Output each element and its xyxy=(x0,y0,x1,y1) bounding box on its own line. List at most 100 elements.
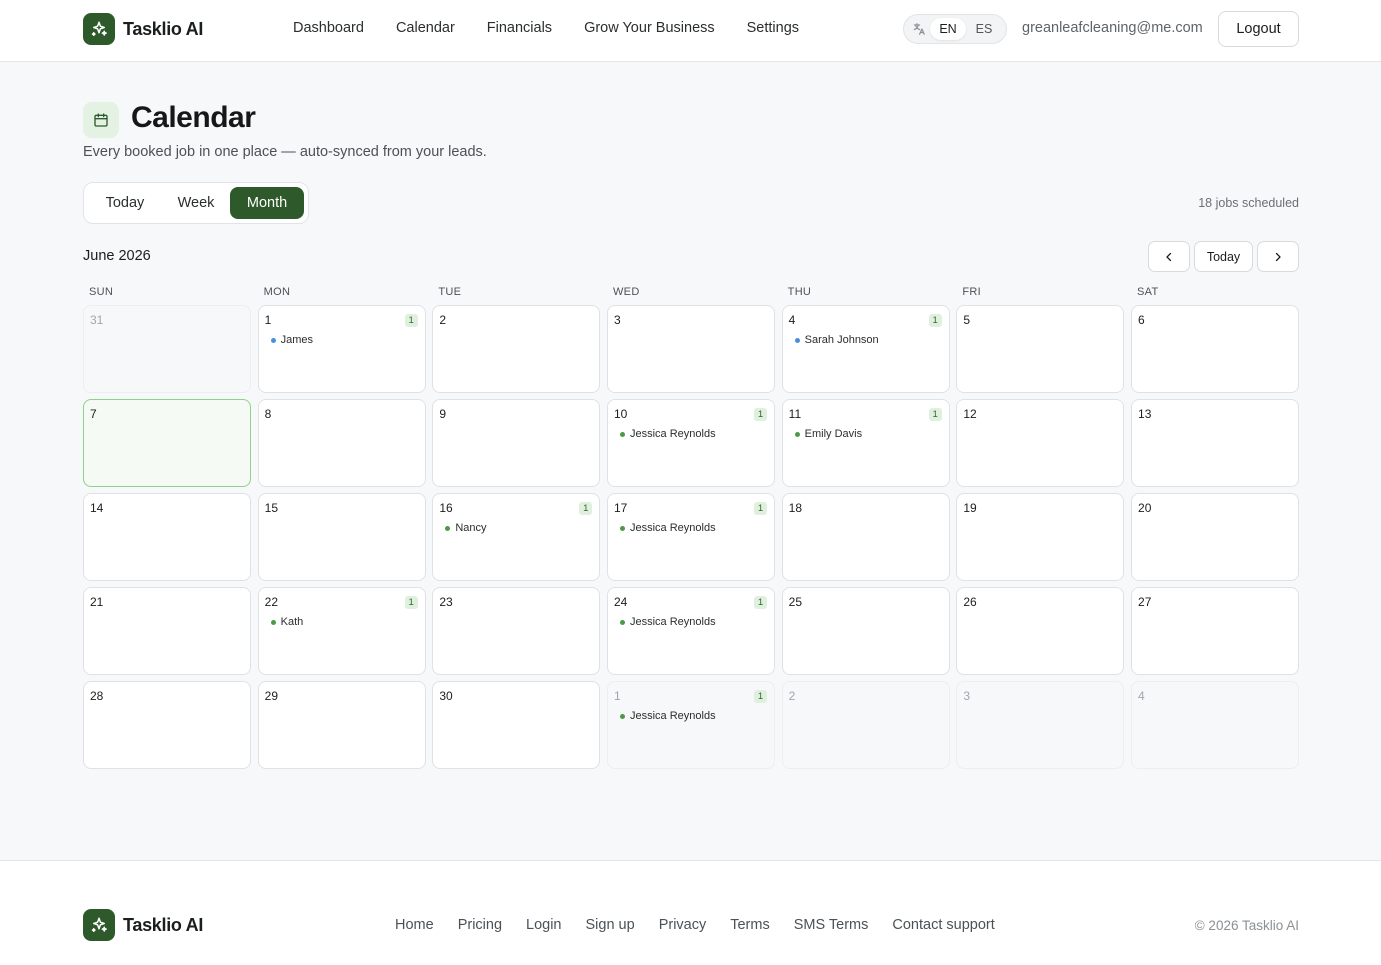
calendar-day-cell[interactable]: 2 xyxy=(432,305,601,393)
calendar-day-cell[interactable]: 18 xyxy=(781,493,950,581)
day-number: 8 xyxy=(264,407,272,421)
job-count-badge: 1 xyxy=(579,502,593,515)
calendar-day-cell[interactable]: 10 1 Jessica Reynolds xyxy=(607,399,775,487)
calendar-day-cell[interactable]: 6 xyxy=(1131,305,1299,393)
view-week-button[interactable]: Week xyxy=(164,187,228,219)
calendar-day-cell[interactable]: 20 xyxy=(1131,493,1299,581)
event-dot-icon xyxy=(794,431,800,437)
day-number: 20 xyxy=(1138,501,1152,515)
view-month-button[interactable]: Month xyxy=(230,187,304,219)
calendar-day-cell[interactable]: 15 xyxy=(257,493,426,581)
calendar-day-cell[interactable]: 3 xyxy=(607,305,775,393)
calendar-day-cell[interactable]: 29 xyxy=(257,681,426,769)
sparkle-icon xyxy=(83,909,115,941)
footer-link-signup[interactable]: Sign up xyxy=(586,917,635,933)
calendar-day-cell[interactable]: 2 xyxy=(781,681,950,769)
job-count-badge: 1 xyxy=(753,408,767,421)
footer-link-pricing[interactable]: Pricing xyxy=(458,917,502,933)
calendar-event[interactable]: James xyxy=(265,334,419,346)
day-number: 31 xyxy=(90,313,104,327)
job-count-badge: 1 xyxy=(404,314,418,327)
day-number: 28 xyxy=(90,689,104,703)
calendar-day-cell[interactable]: 24 1 Jessica Reynolds xyxy=(607,587,775,675)
event-dot-icon xyxy=(270,337,276,343)
sparkle-icon xyxy=(83,13,115,45)
user-email: greanleafcleaning@me.com xyxy=(1022,20,1203,36)
view-toggle: Today Week Month xyxy=(83,182,309,224)
view-today-button[interactable]: Today xyxy=(88,187,162,219)
day-number: 21 xyxy=(90,595,104,609)
footer-links: Home Pricing Login Sign up Privacy Terms… xyxy=(395,917,995,933)
calendar-event[interactable]: Jessica Reynolds xyxy=(614,522,768,534)
calendar-event[interactable]: Sarah Johnson xyxy=(789,334,943,346)
footer-link-privacy[interactable]: Privacy xyxy=(659,917,707,933)
weekday-label: SUN xyxy=(89,286,114,298)
nav-financials[interactable]: Financials xyxy=(487,20,552,36)
footer-link-login[interactable]: Login xyxy=(526,917,561,933)
calendar-day-cell[interactable]: 14 xyxy=(83,493,251,581)
footer-link-contact-support[interactable]: Contact support xyxy=(892,917,994,933)
calendar-day-cell[interactable]: 1 1 James xyxy=(257,305,426,393)
lang-es-button[interactable]: ES xyxy=(966,18,1002,40)
calendar-day-cell[interactable]: 23 xyxy=(432,587,601,675)
job-count-badge: 1 xyxy=(753,502,767,515)
day-number: 18 xyxy=(788,501,803,515)
calendar-day-cell[interactable]: 12 xyxy=(956,399,1125,487)
calendar-day-cell[interactable]: 25 xyxy=(781,587,950,675)
day-number: 30 xyxy=(439,689,453,703)
brand-logo-link[interactable]: Tasklio AI xyxy=(83,13,203,45)
calendar-event[interactable]: Jessica Reynolds xyxy=(614,710,768,722)
calendar-day-cell[interactable]: 27 xyxy=(1131,587,1299,675)
calendar-day-cell[interactable]: 8 xyxy=(257,399,426,487)
day-number: 29 xyxy=(264,689,279,703)
footer-link-sms-terms[interactable]: SMS Terms xyxy=(794,917,869,933)
job-count-badge: 1 xyxy=(753,690,767,703)
calendar-day-cell[interactable]: 9 xyxy=(432,399,601,487)
lang-en-button[interactable]: EN xyxy=(930,18,966,40)
nav-dashboard[interactable]: Dashboard xyxy=(293,20,364,36)
calendar-day-cell[interactable]: 19 xyxy=(956,493,1125,581)
next-month-button[interactable] xyxy=(1257,241,1299,272)
footer-link-terms[interactable]: Terms xyxy=(730,917,769,933)
job-count-badge: 1 xyxy=(928,408,942,421)
event-client-name: James xyxy=(280,334,314,346)
day-number: 19 xyxy=(963,501,977,515)
logout-button[interactable]: Logout xyxy=(1218,11,1299,47)
calendar-day-cell[interactable]: 7 xyxy=(83,399,251,487)
language-switcher: EN ES xyxy=(903,14,1007,44)
footer-link-home[interactable]: Home xyxy=(395,917,434,933)
calendar-day-cell[interactable]: 17 1 Jessica Reynolds xyxy=(607,493,775,581)
calendar-day-cell[interactable]: 13 xyxy=(1131,399,1299,487)
calendar-day-cell[interactable]: 3 xyxy=(956,681,1125,769)
calendar-event[interactable]: Kath xyxy=(265,616,419,628)
calendar-day-cell[interactable]: 31 xyxy=(83,305,251,393)
month-label: June 2026 xyxy=(83,248,151,264)
calendar-event[interactable]: Jessica Reynolds xyxy=(614,428,768,440)
calendar-day-cell[interactable]: 1 1 Jessica Reynolds xyxy=(607,681,775,769)
calendar-event[interactable]: Jessica Reynolds xyxy=(614,616,768,628)
event-dot-icon xyxy=(445,525,451,531)
calendar-event[interactable]: Emily Davis xyxy=(789,428,943,440)
footer-brand[interactable]: Tasklio AI xyxy=(83,909,203,941)
day-number: 25 xyxy=(788,595,803,609)
calendar-day-cell[interactable]: 11 1 Emily Davis xyxy=(781,399,950,487)
nav-calendar[interactable]: Calendar xyxy=(396,20,455,36)
calendar-day-cell[interactable]: 30 xyxy=(432,681,601,769)
calendar-event[interactable]: Nancy xyxy=(439,522,593,534)
go-today-button[interactable]: Today xyxy=(1194,241,1253,272)
calendar-day-cell[interactable]: 16 1 Nancy xyxy=(432,493,601,581)
nav-settings[interactable]: Settings xyxy=(747,20,799,36)
calendar-day-cell[interactable]: 21 xyxy=(83,587,251,675)
calendar-day-cell[interactable]: 4 1 Sarah Johnson xyxy=(781,305,950,393)
calendar-day-cell[interactable]: 26 xyxy=(956,587,1125,675)
calendar-day-cell[interactable]: 5 xyxy=(956,305,1125,393)
calendar-day-cell[interactable]: 28 xyxy=(83,681,251,769)
day-number: 11 xyxy=(788,407,802,421)
weekday-header: SUN MON TUE WED THU FRI SAT xyxy=(83,286,1299,298)
day-number: 15 xyxy=(264,501,279,515)
nav-grow-your-business[interactable]: Grow Your Business xyxy=(584,20,715,36)
prev-month-button[interactable] xyxy=(1148,241,1190,272)
calendar-day-cell[interactable]: 22 1 Kath xyxy=(257,587,426,675)
event-dot-icon xyxy=(620,525,625,531)
calendar-day-cell[interactable]: 4 xyxy=(1131,681,1299,769)
